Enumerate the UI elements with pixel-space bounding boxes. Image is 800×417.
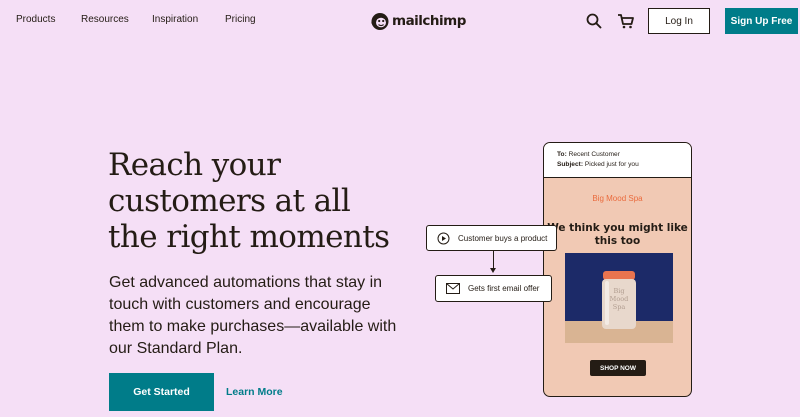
flow-step-purchase-label: Customer buys a product bbox=[458, 233, 548, 243]
email-brand-name: Big Mood Spa bbox=[592, 194, 643, 203]
svg-text:Big: Big bbox=[613, 287, 624, 295]
get-started-button[interactable]: Get Started bbox=[109, 373, 214, 411]
cart-icon[interactable] bbox=[617, 12, 635, 30]
nav-pricing[interactable]: Pricing bbox=[225, 14, 256, 25]
nav-products[interactable]: Products bbox=[16, 14, 55, 25]
email-headline: We think you might like this too bbox=[547, 222, 688, 247]
login-button[interactable]: Log In bbox=[648, 8, 710, 34]
envelope-icon bbox=[446, 283, 460, 294]
svg-text:Mood: Mood bbox=[610, 295, 629, 303]
svg-text:Spa: Spa bbox=[613, 303, 626, 311]
search-icon[interactable] bbox=[585, 12, 603, 30]
email-subject-value: Picked just for you bbox=[584, 161, 639, 168]
nav-resources[interactable]: Resources bbox=[81, 14, 129, 25]
brand-wordmark: mailchimp bbox=[392, 13, 466, 29]
shop-now-button[interactable]: SHOP NOW bbox=[590, 360, 646, 376]
learn-more-link[interactable]: Learn More bbox=[226, 386, 283, 398]
flow-step-purchase: Customer buys a product bbox=[426, 225, 557, 251]
email-subject-label: Subject: bbox=[557, 161, 584, 168]
email-to-label: To: bbox=[557, 151, 567, 158]
top-navigation: Products Resources Inspiration Pricing m… bbox=[0, 0, 800, 42]
product-image: Big Mood Spa bbox=[565, 253, 673, 343]
signup-button[interactable]: Sign Up Free bbox=[725, 8, 798, 34]
email-header: To: Recent Customer Subject: Picked just… bbox=[544, 143, 691, 178]
flow-step-email-label: Gets first email offer bbox=[468, 284, 540, 293]
flow-step-email: Gets first email offer bbox=[435, 275, 552, 302]
hero-subtext: Get advanced automations that stay in to… bbox=[109, 274, 397, 357]
flow-arrow-icon bbox=[490, 268, 496, 273]
spa-jar-image: Big Mood Spa bbox=[602, 271, 636, 329]
email-to-line: To: Recent Customer bbox=[557, 150, 691, 160]
hero-headline: Reach your customers at all the right mo… bbox=[108, 147, 390, 255]
email-subject-line: Subject: Picked just for you bbox=[557, 160, 691, 170]
play-icon bbox=[437, 232, 450, 244]
nav-inspiration[interactable]: Inspiration bbox=[152, 14, 198, 25]
email-preview-card: To: Recent Customer Subject: Picked just… bbox=[543, 142, 692, 397]
freddie-logo-icon bbox=[371, 13, 389, 30]
brand-logo[interactable]: mailchimp bbox=[370, 10, 466, 32]
email-to-value: Recent Customer bbox=[568, 151, 620, 158]
